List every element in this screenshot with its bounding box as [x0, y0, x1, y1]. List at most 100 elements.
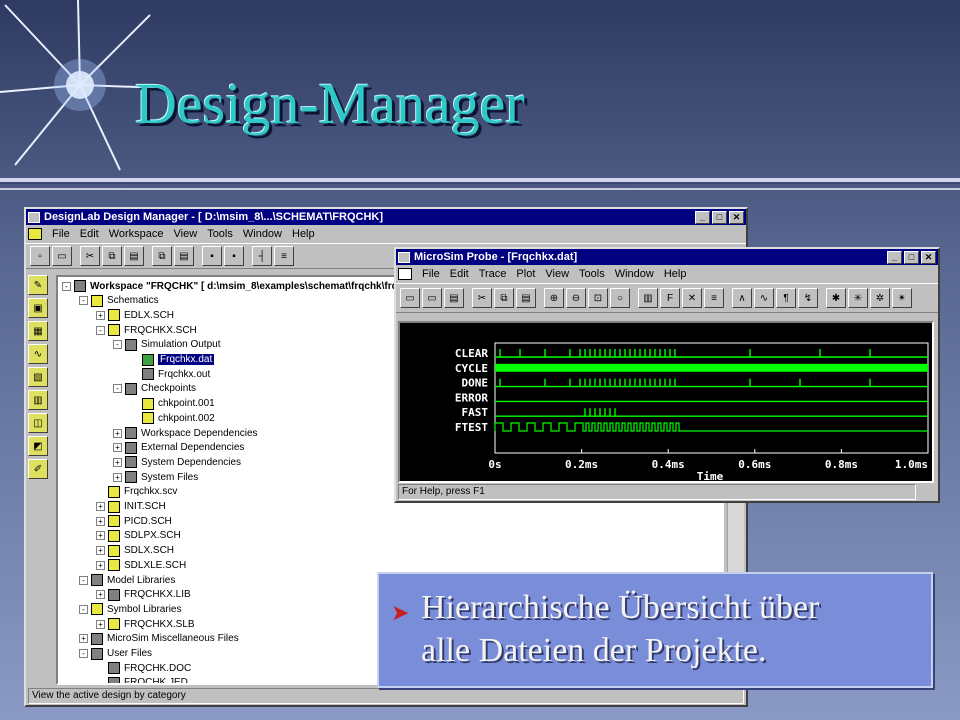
minimize-button[interactable]: _	[695, 210, 710, 224]
tree-item[interactable]: - Simulation Output	[113, 338, 221, 352]
expand-icon[interactable]: +	[96, 560, 105, 570]
paste-design-icon[interactable]: ▤	[174, 246, 194, 266]
expand-icon[interactable]: +	[96, 590, 105, 600]
collapse-icon[interactable]: -	[79, 604, 88, 614]
tree-item[interactable]: - Workspace "FRQCHK" [ d:\msim_8\examples…	[62, 279, 443, 293]
probe-open-icon[interactable]: ▭	[400, 288, 420, 308]
copy-icon[interactable]: ⧉	[102, 246, 122, 266]
design-manager-titlebar[interactable]: DesignLab Design Manager - [ D:\msim_8\.…	[26, 209, 746, 225]
probe-menu-view[interactable]: View	[545, 268, 569, 280]
maximize-button[interactable]: □	[712, 210, 727, 224]
print-icon[interactable]: ▤	[444, 288, 464, 308]
menu-window[interactable]: Window	[243, 228, 282, 240]
text-editor-icon[interactable]: ✐	[28, 459, 48, 479]
file-view-icon[interactable]: ≡	[274, 246, 294, 266]
cursor-peak-icon[interactable]: ✱	[826, 288, 846, 308]
menu-help[interactable]: Help	[292, 228, 315, 240]
expand-icon[interactable]: +	[96, 310, 105, 320]
expand-icon[interactable]: +	[113, 457, 122, 467]
menu-edit[interactable]: Edit	[80, 228, 99, 240]
expand-icon[interactable]: +	[113, 443, 122, 453]
parts-tool-icon[interactable]: ▧	[28, 367, 48, 387]
tree-item[interactable]: - Symbol Libraries	[79, 602, 181, 616]
tree-item[interactable]: + EDLX.SCH	[96, 308, 174, 322]
probe-minimize-button[interactable]: _	[887, 250, 902, 264]
probe-titlebar[interactable]: MicroSim Probe - [Frqchkx.dat] _ □ ✕	[396, 249, 938, 265]
tree-item[interactable]: + FRQCHKX.SLB	[96, 617, 195, 631]
paste-icon[interactable]: ▤	[124, 246, 144, 266]
probe-menu-plot[interactable]: Plot	[516, 268, 535, 280]
probe-maximize-button[interactable]: □	[904, 250, 919, 264]
collapse-icon[interactable]: -	[113, 384, 122, 394]
expand-icon[interactable]: +	[79, 634, 88, 644]
pld-tool-icon[interactable]: ▦	[28, 321, 48, 341]
tree-item[interactable]: + FRQCHKX.LIB	[96, 588, 191, 602]
tree-item[interactable]: + Workspace Dependencies	[113, 426, 258, 440]
expand-icon[interactable]: +	[96, 502, 105, 511]
collapse-icon[interactable]: -	[79, 575, 88, 585]
menu-file[interactable]: File	[52, 228, 70, 240]
tree-item[interactable]: + PICD.SCH	[96, 514, 172, 528]
label-icon[interactable]: ¶	[776, 288, 796, 308]
probe-menu-trace[interactable]: Trace	[479, 268, 507, 280]
probe-copy-icon[interactable]: ⧉	[494, 288, 514, 308]
collapse-icon[interactable]: -	[79, 296, 88, 306]
tree-item[interactable]: + MicroSim Miscellaneous Files	[79, 632, 239, 646]
expand-icon[interactable]: +	[96, 531, 105, 541]
probe-menu-window[interactable]: Window	[615, 268, 654, 280]
probe-open-file-icon[interactable]: ▭	[422, 288, 442, 308]
zoom-area-icon[interactable]: ⊡	[588, 288, 608, 308]
performance-analysis-icon[interactable]: ✕	[682, 288, 702, 308]
new-icon[interactable]: ▫	[30, 246, 50, 266]
tree-item[interactable]: + SDLX.SCH	[96, 544, 174, 558]
tree-item[interactable]: Frqchkx.dat	[130, 353, 215, 367]
stimulus-editor-icon[interactable]: ∿	[28, 344, 48, 364]
collapse-icon[interactable]: -	[79, 649, 88, 658]
probe-close-button[interactable]: ✕	[921, 250, 936, 264]
symbol-editor-icon[interactable]: ▣	[28, 298, 48, 318]
collapse-icon[interactable]: -	[96, 325, 105, 335]
schematics-tool-icon[interactable]: ✎	[28, 275, 48, 295]
tree-item[interactable]: - User Files	[79, 647, 152, 661]
tree-item[interactable]: - Checkpoints	[113, 382, 196, 396]
tree-item[interactable]: Frqchkx.scv	[96, 485, 177, 499]
tree-item[interactable]: + System Dependencies	[113, 455, 241, 469]
tree-item[interactable]: + System Files	[113, 470, 198, 484]
expand-icon[interactable]: +	[113, 472, 122, 482]
save-icon[interactable]: ▪	[202, 246, 222, 266]
probe-paste-icon[interactable]: ▤	[516, 288, 536, 308]
hierarchy-view-icon[interactable]: ┤	[252, 246, 272, 266]
digital-waveform-plot[interactable]: CLEAR CYCLE DONEERROR FAST FTEST 0s 0.2ms 0.4ms…	[400, 323, 932, 483]
log-x-icon[interactable]: ▥	[638, 288, 658, 308]
tree-item[interactable]: + External Dependencies	[113, 441, 244, 455]
tree-item[interactable]: FRQCHK.DOC	[96, 661, 191, 675]
tree-item[interactable]: - FRQCHKX.SCH	[96, 323, 197, 337]
collapse-icon[interactable]: -	[62, 281, 71, 291]
save-all-icon[interactable]: ▪	[224, 246, 244, 266]
optimizer-tool-icon[interactable]: ◫	[28, 413, 48, 433]
menu-workspace[interactable]: Workspace	[109, 228, 164, 240]
copy-design-icon[interactable]: ⧉	[152, 246, 172, 266]
menu-tools[interactable]: Tools	[207, 228, 233, 240]
tree-item[interactable]: - Schematics	[79, 294, 159, 308]
open-folder-icon[interactable]: ▭	[52, 246, 72, 266]
cut-icon[interactable]: ✂	[80, 246, 100, 266]
zoom-out-icon[interactable]: ⊖	[566, 288, 586, 308]
tree-item[interactable]: + INIT.SCH	[96, 500, 166, 514]
tree-item[interactable]: + SDLXLE.SCH	[96, 558, 186, 572]
mark-data-icon[interactable]: ↯	[798, 288, 818, 308]
probe-menu-file[interactable]: File	[422, 268, 440, 280]
tree-item[interactable]: - Model Libraries	[79, 573, 175, 587]
expand-icon[interactable]: +	[96, 516, 105, 526]
tree-item[interactable]: Frqchkx.out	[130, 367, 210, 381]
tree-item[interactable]: chkpoint.002	[130, 411, 215, 425]
fft-icon[interactable]: F	[660, 288, 680, 308]
probe-cut-icon[interactable]: ✂	[472, 288, 492, 308]
zoom-fit-icon[interactable]: ○	[610, 288, 630, 308]
probe-tool-icon[interactable]: ▥	[28, 390, 48, 410]
collapse-icon[interactable]: -	[113, 340, 122, 350]
close-button[interactable]: ✕	[729, 210, 744, 224]
probe-menu-tools[interactable]: Tools	[579, 268, 605, 280]
cursor-trough-icon[interactable]: ✳	[848, 288, 868, 308]
probe-menu-edit[interactable]: Edit	[450, 268, 469, 280]
